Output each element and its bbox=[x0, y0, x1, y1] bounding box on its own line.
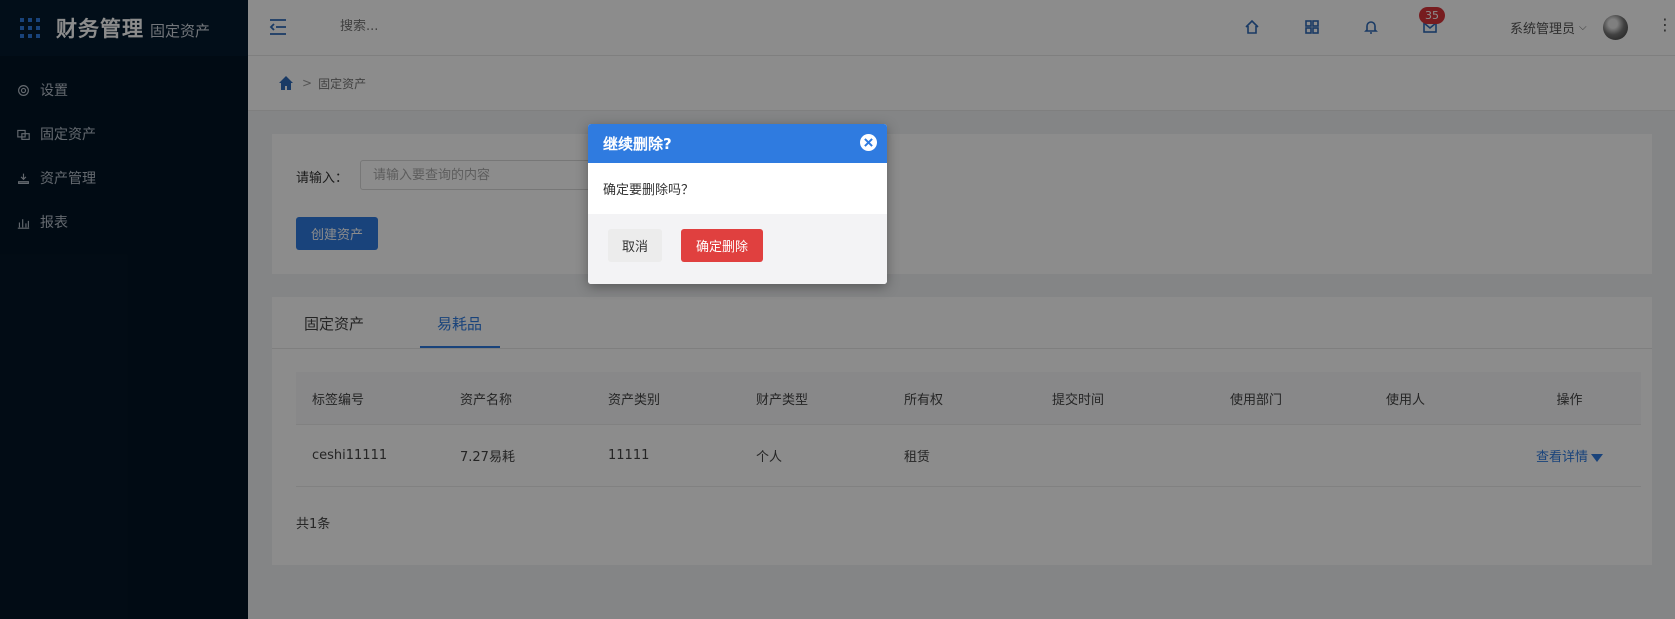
confirm-delete-dialog: 继续删除? 确定要删除吗？ 取消 确定删除 bbox=[588, 124, 887, 284]
dialog-header: 继续删除? bbox=[588, 124, 887, 163]
dialog-body: 确定要删除吗？ bbox=[588, 163, 887, 214]
confirm-delete-button[interactable]: 确定删除 bbox=[681, 229, 763, 262]
cancel-button[interactable]: 取消 bbox=[608, 229, 662, 262]
dialog-title: 继续删除? bbox=[603, 135, 672, 153]
modal-overlay[interactable] bbox=[0, 0, 1675, 619]
close-icon[interactable] bbox=[860, 134, 877, 151]
dialog-footer: 取消 确定删除 bbox=[588, 214, 887, 284]
dialog-message: 确定要删除吗？ bbox=[603, 183, 695, 198]
